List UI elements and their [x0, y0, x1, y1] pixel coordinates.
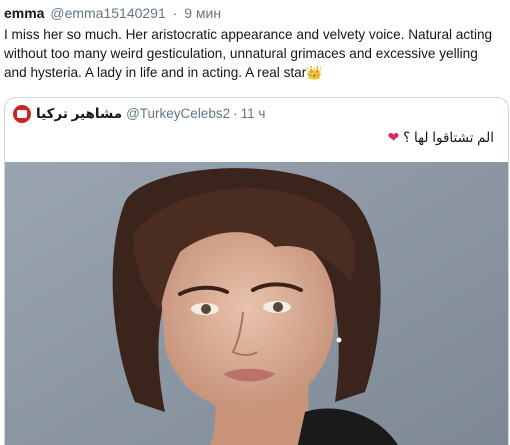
tweet[interactable]: emma @emma15140291 · 9 мин I miss her so… [0, 0, 510, 445]
portrait-photo-icon [5, 162, 508, 445]
quoted-tweet-text: الم تشتاقوا لها ؟ ❤ [388, 128, 494, 147]
tweet-text: I miss her so much. Her aristocratic app… [4, 25, 504, 82]
quoted-separator-dot: · [233, 106, 238, 121]
author-handle[interactable]: @emma15140291 [50, 5, 165, 21]
tweet-body: I miss her so much. Her aristocratic app… [4, 27, 493, 80]
heart-icon: ❤ [387, 129, 400, 145]
quoted-tweet-header: مشاهير تركيا @TurkeyCelebs2 · 11 ч [13, 105, 265, 123]
separator-dot: · [172, 5, 178, 21]
tweet-header: emma @emma15140291 · 9 мин [4, 4, 221, 22]
author-name[interactable]: emma [4, 5, 44, 21]
quoted-tweet[interactable]: مشاهير تركيا @TurkeyCelebs2 · 11 ч الم ت… [4, 97, 509, 445]
quoted-author-handle[interactable]: @TurkeyCelebs2 [126, 105, 230, 123]
tweet-timestamp[interactable]: 9 мин [184, 5, 221, 21]
portrait-photo[interactable] [5, 162, 508, 445]
quoted-timestamp[interactable]: 11 ч [241, 105, 266, 123]
crown-emoji: 👑 [306, 65, 323, 80]
quoted-author-name[interactable]: مشاهير تركيا [36, 105, 122, 123]
quoted-body: الم تشتاقوا لها ؟ [403, 130, 494, 145]
quoted-avatar[interactable] [13, 105, 31, 123]
